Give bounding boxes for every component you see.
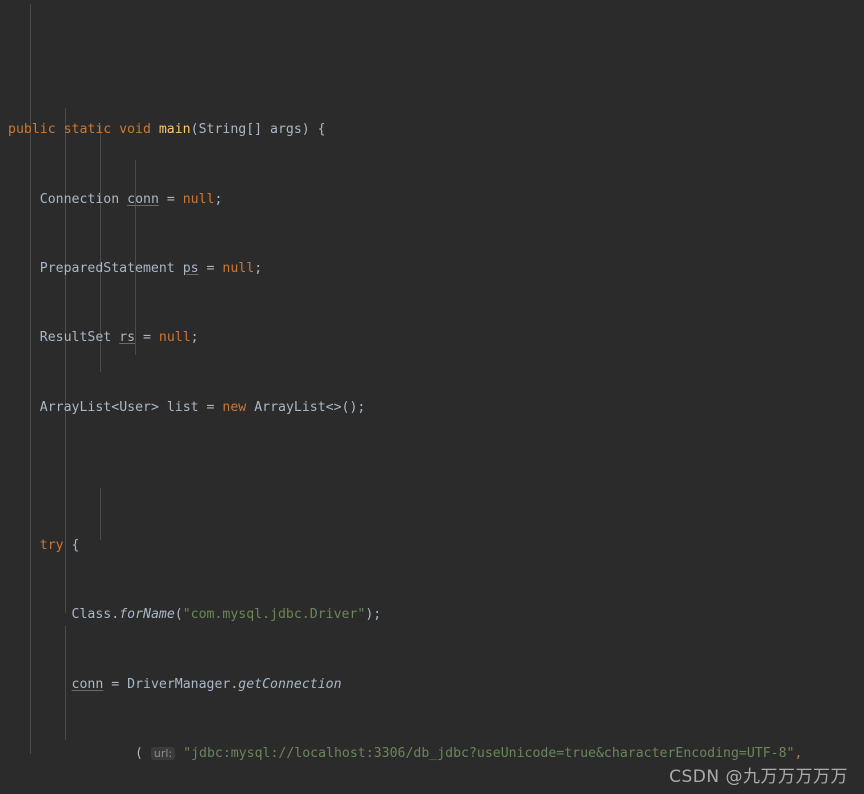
code-line-6-blank[interactable] (0, 468, 864, 485)
code-line-3[interactable]: PreparedStatement ps = null; (0, 260, 864, 277)
code-line-9[interactable]: conn = DriverManager.getConnection (0, 676, 864, 693)
code-line-4[interactable]: ResultSet rs = null; (0, 329, 864, 346)
code-text[interactable]: ___ ____ ___ public static void main(Str… (0, 0, 864, 794)
csdn-watermark: CSDN @九万万万万万 (669, 766, 848, 787)
code-line-8[interactable]: Class.forName("com.mysql.jdbc.Driver"); (0, 606, 864, 623)
param-hint-url: url: (150, 747, 176, 761)
code-line-7[interactable]: try { (0, 537, 864, 554)
code-line-5[interactable]: ArrayList<User> list = new ArrayList<>()… (0, 399, 864, 416)
code-line-1[interactable]: public static void main(String[] args) { (0, 121, 864, 138)
code-line-2[interactable]: Connection conn = null; (0, 191, 864, 208)
code-line-10[interactable]: ( url: "jdbc:mysql://localhost:3306/db_j… (0, 745, 864, 762)
code-editor[interactable]: ___ ____ ___ public static void main(Str… (0, 0, 864, 794)
code-line-clipped: ___ ____ ___ (0, 63, 864, 69)
